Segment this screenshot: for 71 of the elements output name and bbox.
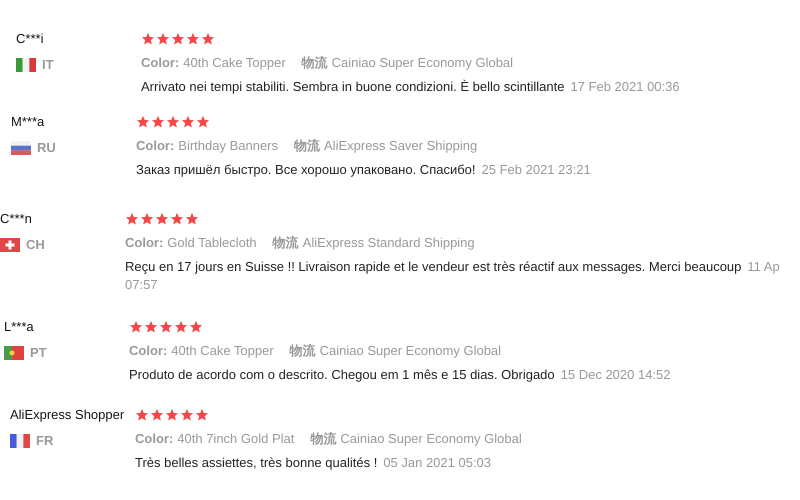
review-text: Заказ пришёл быстро. Все хорошо упаковано. Спасибо! xyxy=(136,162,476,177)
attribute-value: Cainiao Super Economy Global xyxy=(320,343,502,358)
star-icon xyxy=(166,115,180,129)
flag-icon xyxy=(4,346,24,360)
attribute-value: Cainiao Super Economy Global xyxy=(332,55,514,70)
star-icon xyxy=(155,212,169,226)
attribute-value: Cainiao Super Economy Global xyxy=(340,431,522,446)
attribute-value: 40th 7inch Gold Plat xyxy=(177,431,294,446)
review-text: Très belles assiettes, très bonne qualités ! xyxy=(135,455,378,470)
star-icon xyxy=(189,320,203,334)
review-text: Produto de acordo com o descrito. Chegou em 1 mês e 15 dias. Obrigado xyxy=(129,367,555,382)
flag-icon xyxy=(11,141,31,155)
attribute-label: 物流 xyxy=(272,235,299,250)
review-text: Arrivato nei tempi stabiliti. Sembra in buone condizioni. È bello scintillante xyxy=(141,79,564,94)
attribute-label: Color: xyxy=(125,235,164,250)
star-icon xyxy=(174,320,188,334)
star-icon xyxy=(144,320,158,334)
attribute-label: 物流 xyxy=(302,55,328,70)
attribute-label: 物流 xyxy=(294,138,320,153)
star-icon xyxy=(201,32,215,46)
country-code: FR xyxy=(36,432,54,450)
star-icon xyxy=(170,212,184,226)
review-date: 15 Dec 2020 14:52 xyxy=(560,367,671,382)
review-time: 07:57 xyxy=(125,277,158,292)
review-date: 25 Feb 2021 23:21 xyxy=(482,162,591,177)
attribute-value: 40th Cake Topper xyxy=(171,343,274,358)
review-text: Reçu en 17 jours en Suisse !! Livraison rapide et le vendeur est très réactif aux messages. Merci beaucoup xyxy=(125,259,742,274)
review-date: 17 Feb 2021 00:36 xyxy=(570,79,680,94)
star-icon xyxy=(156,32,170,46)
star-icon xyxy=(196,115,210,129)
attribute-label: Color: xyxy=(129,343,168,358)
attribute-value: AliExpress Saver Shipping xyxy=(324,138,478,153)
star-icon xyxy=(136,115,150,129)
country-code: IT xyxy=(42,56,54,74)
country-code: RU xyxy=(37,139,56,157)
star-icon xyxy=(140,212,154,226)
star-icon xyxy=(185,212,199,226)
attribute-value: 40th Cake Topper xyxy=(183,55,286,70)
star-icon xyxy=(171,32,185,46)
attribute-label: 物流 xyxy=(310,431,336,446)
user-name: AliExpress Shopper xyxy=(10,406,126,424)
star-icon xyxy=(195,408,209,422)
star-icon xyxy=(165,408,179,422)
star-icon xyxy=(141,32,155,46)
user-name: L***a xyxy=(4,318,35,336)
attribute-value: Gold Tablecloth xyxy=(167,235,257,250)
review-date: 11 Ap xyxy=(747,259,780,274)
attribute-label: Color: xyxy=(135,431,174,446)
flag-icon xyxy=(16,58,36,72)
star-icon xyxy=(129,320,143,334)
attribute-label: Color: xyxy=(136,138,174,153)
user-name: C***i xyxy=(16,30,44,48)
star-icon xyxy=(125,212,139,226)
country-code: CH xyxy=(26,236,45,254)
attribute-label: Color: xyxy=(141,55,180,70)
user-name: M***a xyxy=(11,113,46,131)
star-icon xyxy=(180,408,194,422)
star-icon xyxy=(151,115,165,129)
flag-icon xyxy=(10,434,30,448)
attribute-value: AliExpress Standard Shipping xyxy=(302,235,475,250)
star-icon xyxy=(150,408,164,422)
user-name: C***n xyxy=(0,210,33,228)
star-icon xyxy=(186,32,200,46)
flag-icon xyxy=(0,238,20,252)
star-icon xyxy=(135,408,149,422)
country-code: PT xyxy=(30,344,47,362)
review-date: 05 Jan 2021 05:03 xyxy=(383,455,492,470)
attribute-label: 物流 xyxy=(290,343,316,358)
star-icon xyxy=(159,320,173,334)
star-icon xyxy=(181,115,195,129)
attribute-value: Birthday Banners xyxy=(178,138,278,153)
